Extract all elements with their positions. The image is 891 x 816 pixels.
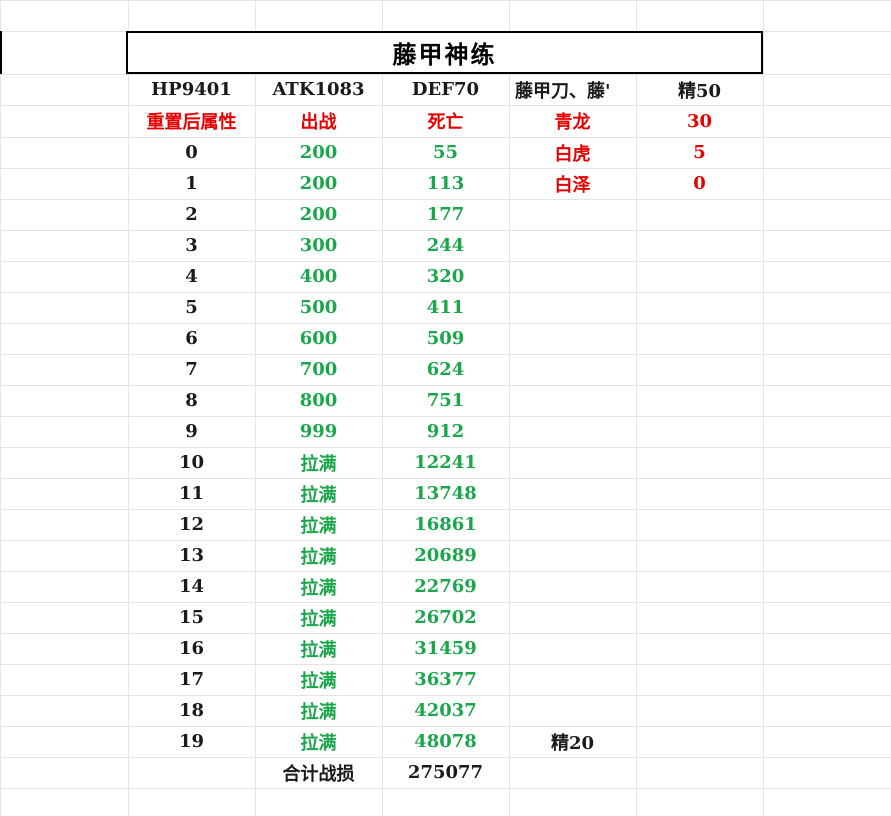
deploy-cell[interactable]: 拉满 [255,447,382,478]
level-cell[interactable]: 0 [128,137,255,168]
level-cell[interactable]: 17 [128,664,255,695]
total-value-cell[interactable]: 275077 [382,757,509,788]
spirit-cell[interactable]: 精50 [636,74,763,105]
deploy-cell[interactable]: 拉满 [255,633,382,664]
reset-attr-label[interactable]: 重置后属性 [128,105,255,137]
qinglong-label[interactable]: 青龙 [509,105,636,137]
death-cell[interactable]: 55 [382,137,509,168]
deploy-cell[interactable]: 拉满 [255,695,382,726]
death-cell[interactable]: 31459 [382,633,509,664]
deploy-cell[interactable]: 999 [255,416,382,447]
deploy-cell[interactable]: 200 [255,199,382,230]
death-cell[interactable]: 22769 [382,571,509,602]
beast-value[interactable]: 5 [636,137,763,168]
beast-label[interactable]: 白泽 [509,168,636,199]
deploy-cell[interactable]: 200 [255,137,382,168]
total-label-cell[interactable]: 合计战损 [255,757,382,788]
death-cell[interactable]: 13748 [382,478,509,509]
level-cell[interactable]: 5 [128,292,255,323]
deploy-cell[interactable]: 200 [255,168,382,199]
death-cell[interactable]: 48078 [382,726,509,757]
deploy-cell[interactable]: 800 [255,385,382,416]
death-cell[interactable]: 16861 [382,509,509,540]
death-cell[interactable]: 320 [382,261,509,292]
death-cell[interactable]: 12241 [382,447,509,478]
level-cell[interactable]: 18 [128,695,255,726]
death-cell[interactable]: 509 [382,323,509,354]
death-cell[interactable]: 20689 [382,540,509,571]
death-cell[interactable]: 36377 [382,664,509,695]
deploy-cell[interactable]: 拉满 [255,509,382,540]
level-cell[interactable]: 4 [128,261,255,292]
deploy-cell[interactable]: 700 [255,354,382,385]
level-cell[interactable]: 2 [128,199,255,230]
hp-cell[interactable]: HP9401 [128,74,255,105]
death-cell[interactable]: 113 [382,168,509,199]
beast-value[interactable]: 0 [636,168,763,199]
level-cell[interactable]: 15 [128,602,255,633]
level-cell[interactable]: 8 [128,385,255,416]
spirit-note-cell[interactable]: 精20 [509,726,636,757]
level-cell[interactable]: 7 [128,354,255,385]
level-cell[interactable]: 16 [128,633,255,664]
sheet-title: 藤甲神练 [392,40,497,69]
level-cell[interactable]: 9 [128,416,255,447]
deploy-cell[interactable]: 拉满 [255,540,382,571]
deploy-cell[interactable]: 拉满 [255,726,382,757]
title-left-edge [0,31,2,74]
deploy-cell[interactable]: 拉满 [255,664,382,695]
death-cell[interactable]: 244 [382,230,509,261]
atk-cell[interactable]: ATK1083 [255,74,382,105]
death-cell[interactable]: 624 [382,354,509,385]
level-cell[interactable]: 19 [128,726,255,757]
deploy-cell[interactable]: 600 [255,323,382,354]
level-cell[interactable]: 13 [128,540,255,571]
deploy-cell[interactable]: 300 [255,230,382,261]
sheet-title-cell[interactable]: 藤甲神练 [126,31,763,74]
level-cell[interactable]: 14 [128,571,255,602]
level-cell[interactable]: 6 [128,323,255,354]
level-cell[interactable]: 3 [128,230,255,261]
deploy-cell[interactable]: 拉满 [255,602,382,633]
death-cell[interactable]: 411 [382,292,509,323]
death-cell[interactable]: 912 [382,416,509,447]
deploy-cell[interactable]: 拉满 [255,478,382,509]
death-cell[interactable]: 177 [382,199,509,230]
deploy-cell[interactable]: 500 [255,292,382,323]
death-cell[interactable]: 751 [382,385,509,416]
death-cell[interactable]: 26702 [382,602,509,633]
deploy-label[interactable]: 出战 [255,105,382,137]
def-cell[interactable]: DEF70 [382,74,509,105]
level-cell[interactable]: 10 [128,447,255,478]
beast-label[interactable]: 白虎 [509,137,636,168]
deploy-cell[interactable]: 拉满 [255,571,382,602]
death-cell[interactable]: 42037 [382,695,509,726]
level-cell[interactable]: 12 [128,509,255,540]
death-label[interactable]: 死亡 [382,105,509,137]
level-cell[interactable]: 11 [128,478,255,509]
equipment-cell[interactable]: 藤甲刀、藤' [509,74,636,105]
qinglong-value[interactable]: 30 [636,105,763,137]
level-cell[interactable]: 1 [128,168,255,199]
deploy-cell[interactable]: 400 [255,261,382,292]
